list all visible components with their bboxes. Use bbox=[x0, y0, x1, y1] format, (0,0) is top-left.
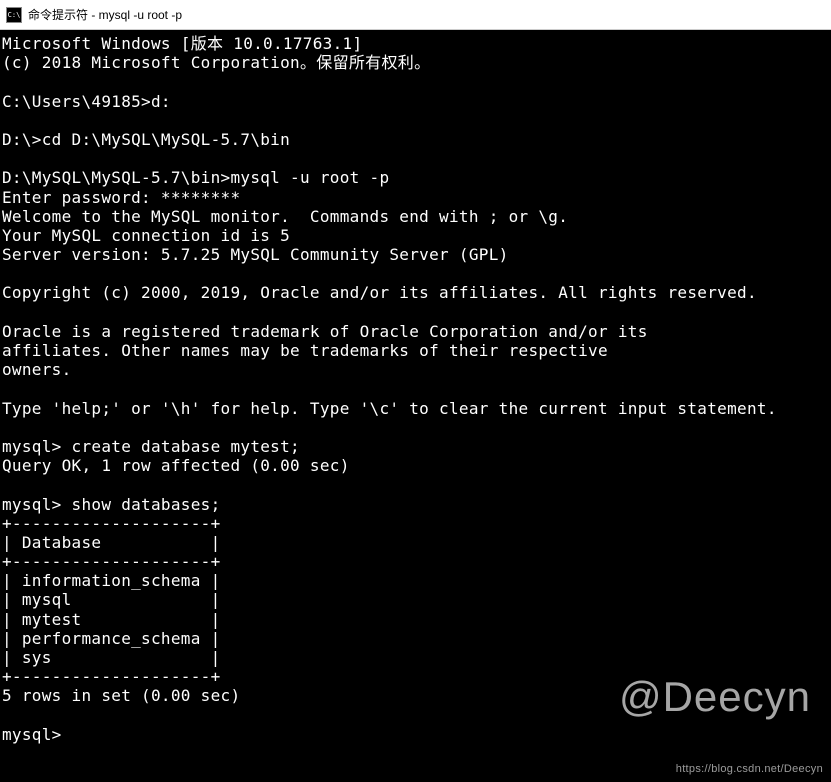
output-line: owners. bbox=[2, 360, 72, 379]
output-line: | mytest | bbox=[2, 610, 221, 629]
output-line: +--------------------+ bbox=[2, 667, 221, 686]
title-bar[interactable]: C:\ 命令提示符 - mysql -u root -p bbox=[0, 0, 831, 30]
cmd-icon: C:\ bbox=[6, 7, 22, 23]
output-line: D:\>cd D:\MySQL\MySQL-5.7\bin bbox=[2, 130, 290, 149]
output-line: Your MySQL connection id is 5 bbox=[2, 226, 290, 245]
output-line: Query OK, 1 row affected (0.00 sec) bbox=[2, 456, 350, 475]
output-line: +--------------------+ bbox=[2, 514, 221, 533]
output-line: Oracle is a registered trademark of Orac… bbox=[2, 322, 648, 341]
output-line: | performance_schema | bbox=[2, 629, 221, 648]
output-line: (c) 2018 Microsoft Corporation。保留所有权利。 bbox=[2, 53, 430, 72]
output-line: | information_schema | bbox=[2, 571, 221, 590]
output-line: 5 rows in set (0.00 sec) bbox=[2, 686, 240, 705]
output-line: C:\Users\49185>d: bbox=[2, 92, 171, 111]
output-line: +--------------------+ bbox=[2, 552, 221, 571]
output-line: | sys | bbox=[2, 648, 221, 667]
window-title: 命令提示符 - mysql -u root -p bbox=[28, 6, 182, 23]
output-line: Enter password: ******** bbox=[2, 188, 240, 207]
output-line: Welcome to the MySQL monitor. Commands e… bbox=[2, 207, 568, 226]
terminal-output[interactable]: Microsoft Windows [版本 10.0.17763.1] (c) … bbox=[0, 30, 831, 782]
output-line: | mysql | bbox=[2, 590, 221, 609]
output-line: mysql> create database mytest; bbox=[2, 437, 300, 456]
output-line: mysql> show databases; bbox=[2, 495, 221, 514]
output-line: Server version: 5.7.25 MySQL Community S… bbox=[2, 245, 509, 264]
footer-url: https://blog.csdn.net/Deecyn bbox=[676, 763, 823, 776]
output-line: Microsoft Windows [版本 10.0.17763.1] bbox=[2, 34, 362, 53]
output-line: | Database | bbox=[2, 533, 221, 552]
output-line: D:\MySQL\MySQL-5.7\bin>mysql -u root -p bbox=[2, 168, 389, 187]
output-line: affiliates. Other names may be trademark… bbox=[2, 341, 608, 360]
output-line: Type 'help;' or '\h' for help. Type '\c'… bbox=[2, 399, 777, 418]
output-line: Copyright (c) 2000, 2019, Oracle and/or … bbox=[2, 283, 757, 302]
watermark-text: @Deecyn bbox=[619, 672, 811, 722]
output-line: mysql> bbox=[2, 725, 62, 744]
